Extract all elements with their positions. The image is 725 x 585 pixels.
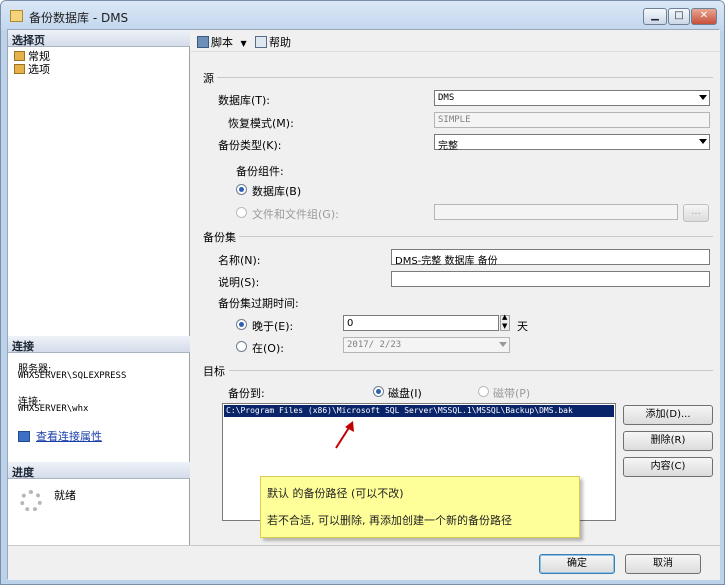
annotation-callout: 默认 的备份路径 (可以不改) 若不合适, 可以删除, 再添加创建一个新的备份路…: [260, 476, 580, 538]
title-bar[interactable]: 备份数据库 - DMS ▁ □ ✕: [1, 1, 724, 31]
dialog-client: 选择页 常规 选项 连接 服务器: WHXSERVER\SQLEXPRESS 连…: [7, 29, 720, 580]
ok-button[interactable]: 确定: [539, 554, 615, 574]
maximize-button[interactable]: □: [668, 8, 690, 25]
minimize-button[interactable]: ▁: [643, 8, 667, 25]
backup-database-window: 备份数据库 - DMS ▁ □ ✕ 选择页 常规 选项 连接 服务器: WHXS…: [0, 0, 725, 585]
cancel-button[interactable]: 取消: [625, 554, 701, 574]
database-icon: [10, 10, 23, 22]
close-button[interactable]: ✕: [691, 8, 717, 25]
callout-line-2: 若不合适, 可以删除, 再添加创建一个新的备份路径: [267, 514, 512, 527]
window-title: 备份数据库 - DMS: [29, 11, 129, 25]
dialog-footer: 确定 取消: [8, 545, 720, 580]
callout-line-1: 默认 的备份路径 (可以不改): [267, 487, 404, 500]
